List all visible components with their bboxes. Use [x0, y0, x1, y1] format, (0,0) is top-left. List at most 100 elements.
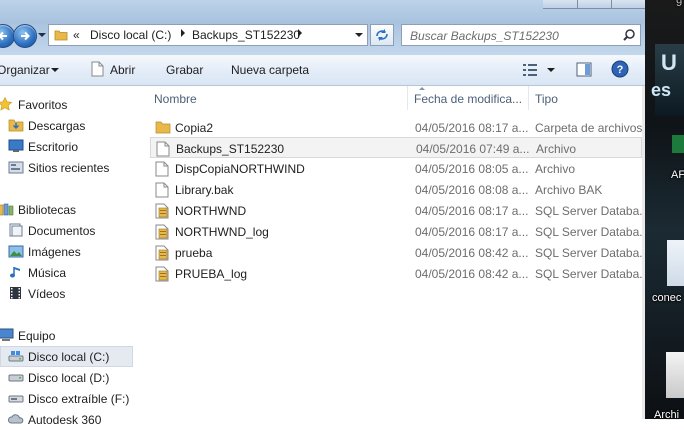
sidebar-item-label: Descargas	[28, 119, 86, 133]
file-type: SQL Server Databa...	[535, 267, 642, 281]
sidebar-item-label: Documentos	[28, 224, 96, 238]
arrow-left-icon	[0, 31, 7, 41]
file-row[interactable]: prueba 04/05/2016 08:42 a... SQL Server …	[150, 242, 642, 263]
file-row[interactable]: DispCopiaNORTHWIND 04/05/2016 08:05 a...…	[150, 158, 642, 179]
local-disk-icon	[8, 349, 24, 366]
address-bar[interactable]: « Disco local (C:) Backups_ST152230	[48, 24, 368, 46]
file-date: 04/05/2016 08:17 a...	[415, 204, 529, 218]
address-dropdown-icon[interactable]	[355, 33, 363, 37]
breadcrumb-separator-icon[interactable]	[181, 29, 185, 37]
file-row[interactable]: Copia2 04/05/2016 08:17 a... Carpeta de …	[150, 117, 642, 138]
file-row[interactable]: NORTHWND 04/05/2016 08:17 a... SQL Serve…	[150, 200, 642, 221]
star-icon	[0, 96, 13, 114]
sql-database-icon	[155, 203, 171, 222]
sidebar-item-label: Autodesk 360	[28, 413, 102, 427]
removable-disk-icon	[8, 391, 24, 408]
file-type: Archivo	[535, 162, 576, 176]
computer-icon	[0, 328, 14, 345]
breadcrumb-disco-local-c[interactable]: Disco local (C:)	[90, 28, 171, 42]
file-icon	[155, 161, 169, 180]
column-header-date[interactable]: Fecha de modifica...	[414, 92, 522, 106]
file-name: PRUEBA_log	[175, 267, 248, 281]
file-type: Archivo BAK	[535, 183, 603, 197]
sidebar-item-label: Imágenes	[28, 245, 81, 259]
file-type: Carpeta de archivos	[535, 121, 642, 135]
desktop-icon	[8, 139, 24, 156]
pictures-icon	[8, 244, 24, 261]
file-date: 04/05/2016 08:08 a...	[415, 183, 529, 197]
column-header-name[interactable]: Nombre	[154, 92, 197, 106]
desktop-icon-label[interactable]: conec	[652, 292, 681, 304]
refresh-button[interactable]	[370, 24, 394, 46]
view-options-icon[interactable]	[522, 63, 538, 80]
open-button[interactable]: Abrir	[110, 63, 135, 77]
file-row[interactable]: Library.bak 04/05/2016 08:08 a... Archiv…	[150, 179, 642, 200]
file-icon	[155, 182, 169, 201]
music-icon	[8, 265, 24, 282]
svg-text:?: ?	[617, 64, 624, 76]
breadcrumb-separator-icon[interactable]	[298, 29, 302, 37]
local-disk-icon	[8, 370, 24, 387]
file-type: SQL Server Databa...	[535, 204, 642, 218]
sql-database-icon	[155, 224, 171, 243]
search-input[interactable]	[408, 27, 612, 45]
file-row[interactable]: PRUEBA_log 04/05/2016 08:42 a... SQL Ser…	[150, 263, 642, 284]
column-divider[interactable]	[528, 86, 529, 110]
search-box[interactable]	[401, 24, 641, 46]
column-header-row: Nombre Fecha de modifica... Tipo	[144, 86, 642, 110]
file-row[interactable]: Backups_ST152230 04/05/2016 07:49 a... A…	[150, 137, 642, 158]
search-icon[interactable]	[622, 28, 636, 45]
sidebar-item-label: Bibliotecas	[18, 203, 77, 217]
sidebar-item-label: Escritorio	[28, 140, 79, 154]
organize-button[interactable]: Organizar	[0, 63, 50, 77]
column-header-type[interactable]: Tipo	[535, 92, 558, 106]
sidebar-item-label: Sitios recientes	[28, 161, 110, 175]
file-name: DispCopiaNORTHWIND	[175, 162, 305, 176]
file-date: 04/05/2016 08:17 a...	[415, 121, 529, 135]
sidebar-item-label: Disco local (D:)	[28, 371, 110, 385]
sort-ascending-icon	[419, 87, 425, 90]
file-name: Backups_ST152230	[176, 142, 285, 156]
desktop-icon-label[interactable]: Archi	[654, 409, 679, 421]
forward-button[interactable]	[13, 24, 37, 48]
file-date: 04/05/2016 08:05 a...	[415, 162, 529, 176]
documents-icon	[8, 223, 24, 240]
desktop-icon-label[interactable]: AF	[671, 169, 684, 181]
chevron-down-icon[interactable]	[51, 68, 59, 72]
sidebar-item-label: Música	[28, 266, 67, 280]
recent-places-icon	[8, 160, 24, 177]
file-name: NORTHWND	[175, 204, 247, 218]
sql-database-icon	[155, 245, 171, 264]
file-date: 04/05/2016 07:49 a...	[416, 142, 530, 156]
arrow-right-icon	[21, 31, 30, 41]
file-name: prueba	[175, 246, 213, 260]
sidebar-item-label: Favoritos	[18, 98, 68, 112]
cloud-icon	[7, 412, 24, 429]
sidebar-item-label: Disco extraíble (F:)	[28, 392, 130, 406]
shortcut-icon[interactable]	[667, 240, 684, 286]
burn-button[interactable]: Grabar	[166, 63, 203, 77]
command-bar: Organizar Abrir Grabar Nueva carpeta ?	[0, 55, 645, 86]
file-date: 04/05/2016 08:42 a...	[415, 267, 529, 281]
libraries-icon	[0, 202, 14, 219]
file-row[interactable]: NORTHWND_log 04/05/2016 08:17 a... SQL S…	[150, 221, 642, 242]
path-overflow-chevron[interactable]: «	[73, 28, 80, 42]
breadcrumb-backups-folder[interactable]: Backups_ST152230	[192, 28, 300, 42]
folder-icon	[155, 120, 171, 137]
help-icon[interactable]: ?	[611, 60, 629, 81]
recent-pages-dropdown[interactable]	[38, 33, 46, 37]
file-type: SQL Server Databa...	[535, 246, 642, 260]
excel-icon[interactable]	[672, 135, 684, 153]
sidebar-item-label: Disco local (C:)	[28, 350, 110, 364]
open-icon[interactable]	[91, 61, 104, 80]
desktop-fragment: es	[651, 80, 672, 100]
column-divider[interactable]	[407, 86, 408, 110]
caption-separator	[611, 0, 612, 8]
view-dropdown-icon[interactable]	[547, 68, 555, 72]
window-caption-buttons[interactable]	[543, 0, 645, 9]
desktop-fragment: U	[661, 50, 677, 75]
new-folder-button[interactable]: Nueva carpeta	[231, 63, 309, 77]
shortcut-icon[interactable]	[666, 352, 684, 398]
sidebar-item-label: Vídeos	[28, 287, 66, 301]
preview-pane-icon[interactable]	[576, 62, 592, 80]
